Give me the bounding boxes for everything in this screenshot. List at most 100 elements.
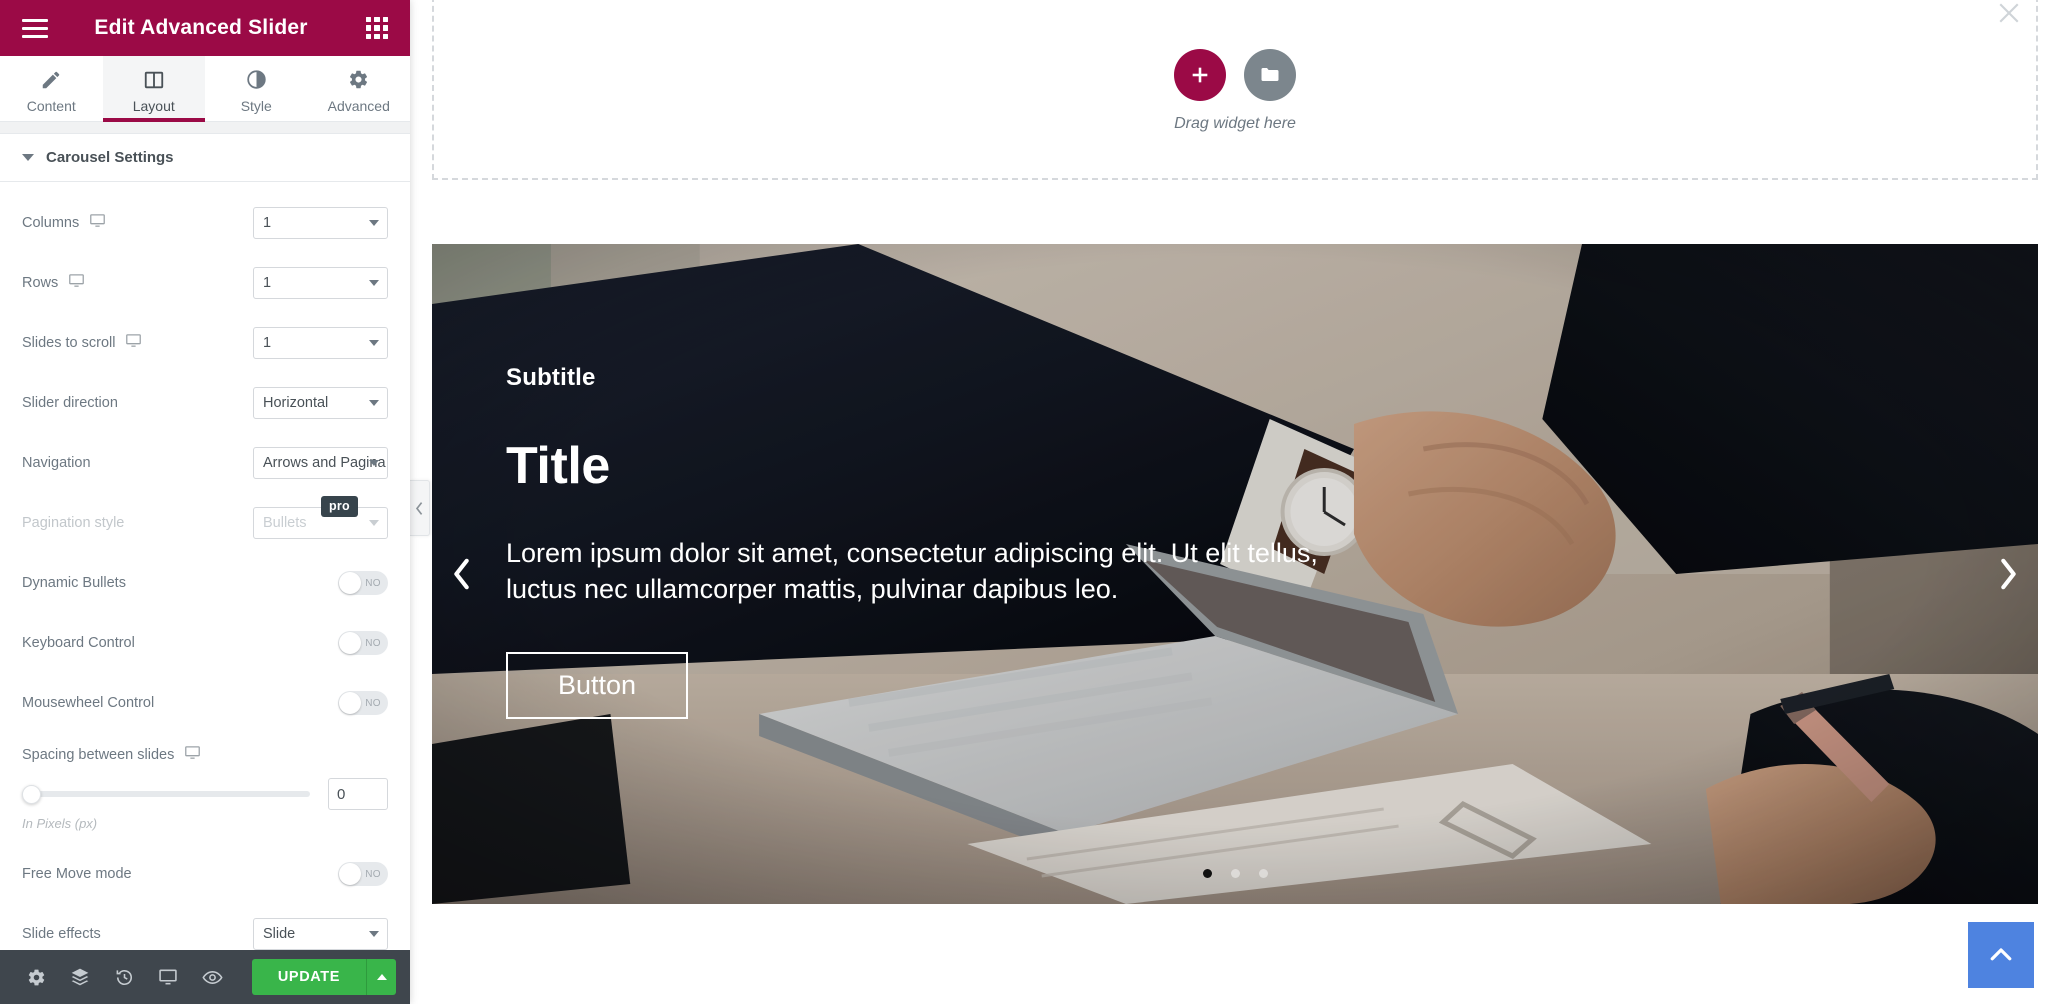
caret-up-icon	[376, 974, 387, 980]
advanced-slider-widget[interactable]: Subtitle Title Lorem ipsum dolor sit ame…	[432, 244, 2038, 904]
range-track	[22, 791, 310, 797]
free-move-mode-toggle[interactable]: NO	[338, 862, 388, 886]
toggle-knob	[339, 632, 361, 654]
control-mousewheel-control: Mousewheel Control NO	[22, 680, 388, 726]
mousewheel-control-toggle[interactable]: NO	[338, 691, 388, 715]
slide-title: Title	[506, 437, 610, 495]
section-carousel-settings[interactable]: Carousel Settings	[0, 134, 410, 182]
keyboard-control-state: NO	[365, 637, 381, 649]
dynamic-bullets-toggle[interactable]: NO	[338, 571, 388, 595]
control-free-move-mode: Free Move mode NO	[22, 851, 388, 897]
control-spacing-label-row: Spacing between slides	[22, 740, 388, 770]
control-columns: Columns 1	[22, 200, 388, 246]
tab-layout-label: Layout	[132, 97, 175, 114]
history-icon[interactable]	[102, 950, 146, 1004]
slide-cta-button[interactable]: Button	[506, 651, 688, 719]
control-slider-direction-label: Slider direction	[22, 395, 118, 411]
navigator-layers-icon[interactable]	[58, 950, 102, 1004]
pagination-dot[interactable]	[1202, 869, 1212, 878]
control-slide-effects: Slide effects Slide	[22, 911, 388, 950]
slider-next-button[interactable]	[1988, 554, 2028, 594]
mousewheel-control-state: NO	[365, 697, 381, 709]
toggle-knob	[339, 692, 361, 714]
desktop-icon[interactable]	[125, 332, 142, 354]
empty-section-dropzone[interactable]: Drag widget here	[432, 0, 2038, 180]
editor-canvas: Drag widget here Subtitle Title Lorem ip…	[410, 0, 2048, 1004]
page-title: Edit Advanced Slider	[94, 16, 308, 39]
control-pagination-style: Pagination style Bullets pro	[22, 496, 388, 546]
widgets-grid-icon[interactable]	[366, 17, 388, 39]
navigation-select[interactable]: Arrows and Pagina	[253, 447, 388, 479]
editor-panel: Edit Advanced Slider Content Layout Styl…	[0, 0, 410, 1004]
update-button[interactable]: UPDATE	[251, 959, 366, 995]
desktop-icon[interactable]	[89, 212, 106, 234]
panel-collapse-handle[interactable]	[410, 480, 430, 536]
control-slide-effects-label: Slide effects	[22, 926, 101, 942]
panel-footer: UPDATE	[0, 950, 410, 1004]
control-mousewheel-control-label: Mousewheel Control	[22, 695, 155, 711]
elementor-editor: Edit Advanced Slider Content Layout Styl…	[0, 0, 2048, 1004]
tab-content-label: Content	[26, 97, 76, 114]
range-thumb[interactable]	[22, 784, 41, 804]
chevron-right-icon	[2001, 558, 2016, 590]
panel-body: Carousel Settings Columns 1 Rows 1 Slide…	[0, 122, 410, 950]
tab-style[interactable]: Style	[205, 56, 308, 121]
control-slides-to-scroll: Slides to scroll 1	[22, 320, 388, 366]
caret-down-icon	[22, 154, 34, 161]
slides-to-scroll-select[interactable]: 1	[253, 327, 388, 359]
tab-advanced[interactable]: Advanced	[308, 56, 411, 121]
desktop-icon[interactable]	[68, 272, 85, 294]
control-navigation: Navigation Arrows and Pagina	[22, 440, 388, 486]
dynamic-bullets-state: NO	[365, 577, 381, 589]
slider-prev-button[interactable]	[442, 554, 482, 594]
scroll-to-top-button[interactable]	[1968, 922, 2034, 988]
control-dynamic-bullets: Dynamic Bullets NO	[22, 560, 388, 606]
columns-select[interactable]: 1	[253, 207, 388, 239]
tab-advanced-label: Advanced	[327, 97, 390, 114]
tab-content[interactable]: Content	[0, 56, 103, 121]
slide-content: Subtitle Title Lorem ipsum dolor sit ame…	[506, 364, 1918, 719]
section-separator	[0, 122, 410, 134]
spacing-range-slider[interactable]	[22, 784, 310, 804]
control-columns-label: Columns	[22, 215, 80, 231]
free-move-mode-state: NO	[365, 868, 381, 880]
pagination-dot[interactable]	[1258, 869, 1268, 878]
spacing-number-input[interactable]	[328, 778, 388, 810]
rows-select[interactable]: 1	[253, 267, 388, 299]
control-spacing-slider-row	[22, 778, 388, 810]
control-dynamic-bullets-label: Dynamic Bullets	[22, 575, 126, 591]
pencil-icon	[40, 68, 62, 92]
slide-subtitle: Subtitle	[506, 364, 596, 391]
close-x-icon[interactable]	[1994, 0, 2024, 28]
pro-badge: pro	[320, 496, 358, 517]
control-navigation-label: Navigation	[22, 455, 91, 471]
tab-layout[interactable]: Layout	[102, 56, 205, 122]
update-button-group: UPDATE	[251, 959, 396, 995]
pagination-dot[interactable]	[1230, 869, 1240, 878]
control-keyboard-control-label: Keyboard Control	[22, 635, 135, 651]
controls-list: Columns 1 Rows 1 Slides to scroll 1 Slid…	[0, 182, 410, 950]
update-options-button[interactable]	[366, 959, 396, 995]
spacing-hint: In Pixels (px)	[22, 816, 98, 831]
gear-icon	[348, 68, 369, 92]
add-element-button[interactable]	[1174, 49, 1226, 101]
settings-gear-icon[interactable]	[14, 950, 58, 1004]
slide-description: Lorem ipsum dolor sit amet, consectetur …	[506, 538, 1318, 604]
control-rows-label: Rows	[22, 275, 59, 291]
contrast-icon	[246, 68, 267, 92]
template-library-button[interactable]	[1244, 49, 1296, 101]
responsive-mode-icon[interactable]	[146, 950, 190, 1004]
panel-header: Edit Advanced Slider	[0, 0, 410, 56]
control-spacing-label: Spacing between slides	[22, 747, 175, 763]
slider-direction-select[interactable]: Horizontal	[253, 387, 388, 419]
panel-tabs: Content Layout Style Advanced	[0, 56, 410, 122]
toggle-knob	[339, 863, 361, 885]
tab-style-label: Style	[240, 97, 272, 114]
control-pagination-style-label: Pagination style	[22, 515, 125, 531]
slider-pagination	[432, 869, 2038, 878]
slide-effects-select[interactable]: Slide	[253, 918, 388, 950]
preview-eye-icon[interactable]	[190, 950, 234, 1004]
keyboard-control-toggle[interactable]: NO	[338, 631, 388, 655]
desktop-icon[interactable]	[184, 744, 201, 766]
chevron-left-icon	[415, 501, 423, 515]
